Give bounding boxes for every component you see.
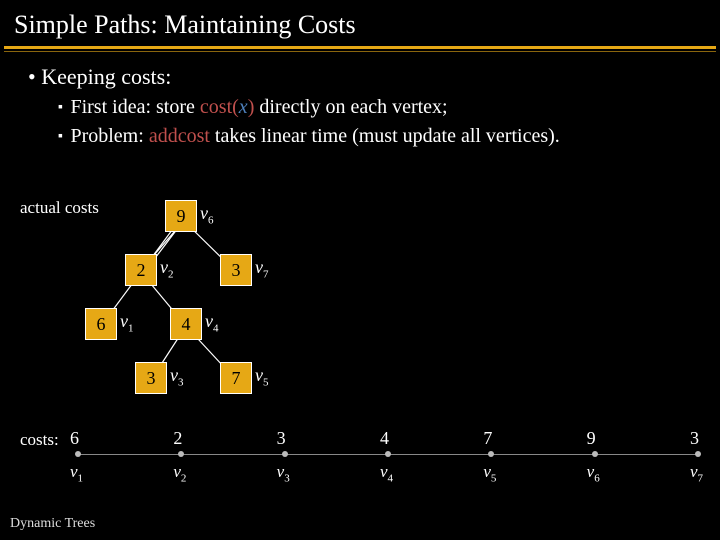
tree-node: 4 [170, 308, 202, 340]
node-label: v5 [255, 365, 269, 389]
tree-node: 9 [165, 200, 197, 232]
node-label: v4 [205, 311, 219, 335]
tree-node: 3 [220, 254, 252, 286]
node-cost: 3 [147, 368, 156, 388]
node-cost: 9 [177, 206, 186, 226]
node-cost: 4 [182, 314, 191, 334]
node-cost: 7 [232, 368, 241, 388]
tree-node: 2 [125, 254, 157, 286]
node-label: v7 [255, 257, 269, 281]
node-cost: 6 [97, 314, 106, 334]
tree-node: 6 [85, 308, 117, 340]
tree-node: 3 [135, 362, 167, 394]
tree-edges [0, 0, 720, 540]
node-cost: 3 [232, 260, 241, 280]
node-cost: 2 [137, 260, 146, 280]
node-label: v2 [160, 257, 174, 281]
tree-node: 7 [220, 362, 252, 394]
slide: Simple Paths: Maintaining Costs Keeping … [0, 0, 720, 540]
node-label: v3 [170, 365, 184, 389]
node-label: v6 [200, 203, 214, 227]
node-label: v1 [120, 311, 134, 335]
